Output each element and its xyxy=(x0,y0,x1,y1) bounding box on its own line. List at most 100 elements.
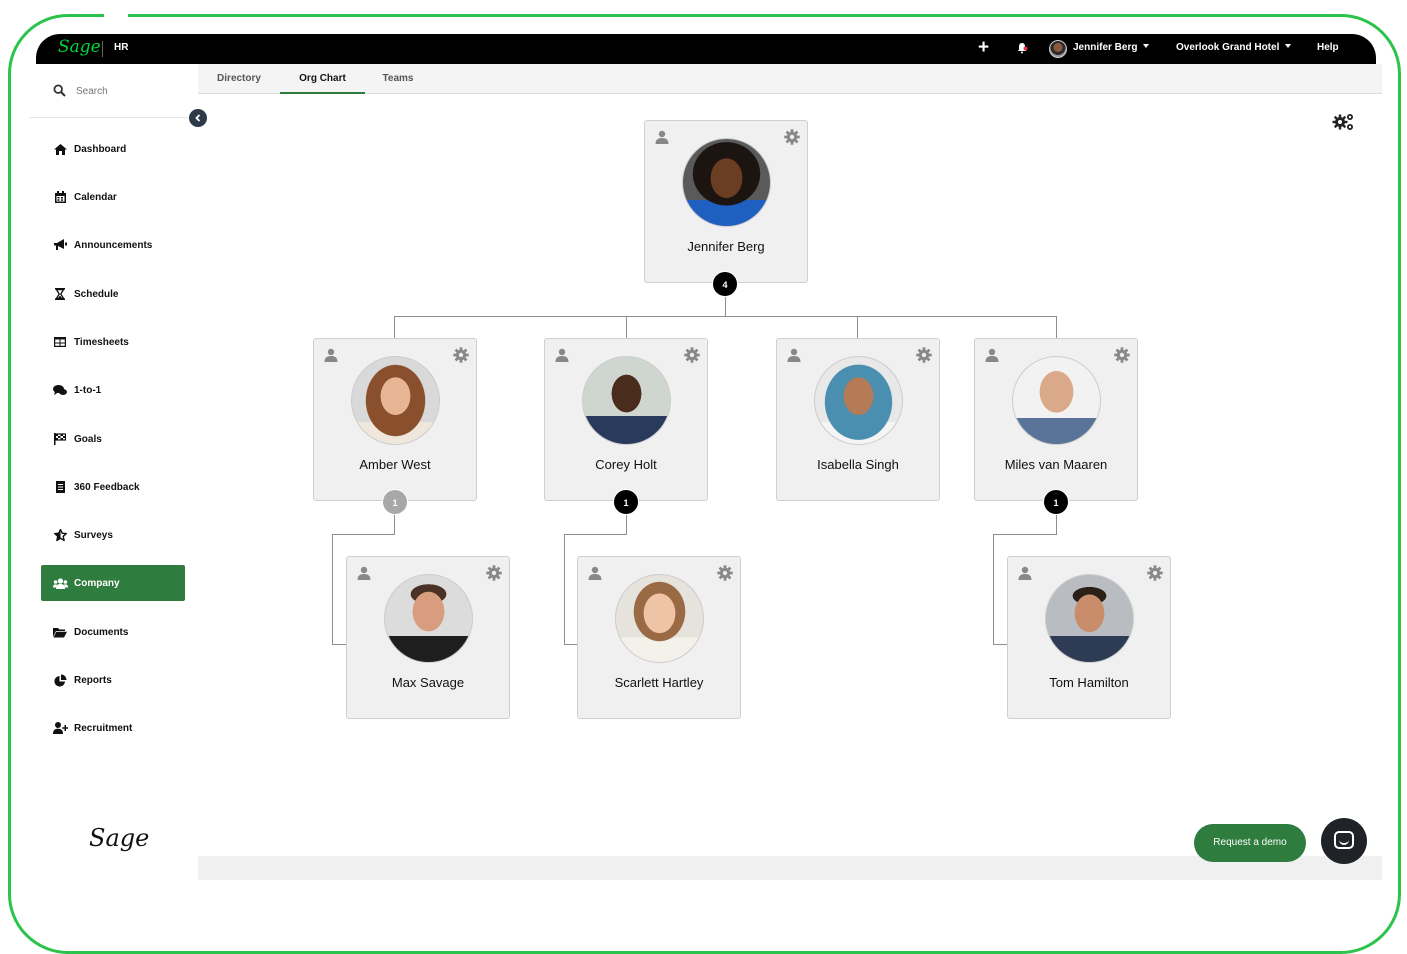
gear-icon[interactable] xyxy=(717,565,733,581)
employee-name: Isabella Singh xyxy=(817,457,899,472)
employee-photo xyxy=(814,356,903,445)
employee-photo xyxy=(615,574,704,663)
sidebar-item-company[interactable]: Company xyxy=(41,565,185,601)
module-name: HR xyxy=(114,42,129,53)
topbar-divider xyxy=(102,41,103,57)
person-icon[interactable] xyxy=(985,348,999,362)
direct-reports-badge[interactable]: 1 xyxy=(1043,489,1069,515)
sidebar-item-recruitment[interactable]: Recruitment xyxy=(41,710,185,746)
chevron-down-icon xyxy=(1285,44,1292,48)
employee-name: Scarlett Hartley xyxy=(614,675,704,690)
employee-name: Miles van Maaren xyxy=(1004,457,1108,472)
employee-photo xyxy=(1045,574,1134,663)
user-avatar[interactable] xyxy=(1049,40,1067,58)
chat-icon xyxy=(52,383,68,397)
sidebar-divider xyxy=(29,117,198,118)
megaphone-icon xyxy=(52,238,68,252)
plus-icon[interactable]: + xyxy=(978,37,989,59)
sidebar-item-label: Schedule xyxy=(74,288,119,300)
org-card[interactable]: Tom Hamilton xyxy=(1007,556,1171,719)
tab-bar: Directory Org Chart Teams xyxy=(198,64,1382,94)
person-icon[interactable] xyxy=(1018,566,1032,580)
person-icon[interactable] xyxy=(555,348,569,362)
folder-icon xyxy=(52,625,68,639)
sidebar-item-announcements[interactable]: Announcements xyxy=(41,227,185,263)
sidebar-item-schedule[interactable]: Schedule xyxy=(41,276,185,312)
org-card[interactable]: Isabella Singh xyxy=(776,338,940,501)
direct-reports-badge[interactable]: 4 xyxy=(712,271,738,297)
search-input[interactable] xyxy=(76,83,186,99)
sidebar-item-reports[interactable]: Reports xyxy=(41,662,185,698)
person-icon[interactable] xyxy=(324,348,338,362)
request-demo-button[interactable]: Request a demo xyxy=(1194,824,1306,862)
sidebar-item-label: Surveys xyxy=(74,529,113,541)
sidebar-item-label: Company xyxy=(74,577,120,589)
frame-gap xyxy=(104,10,128,20)
direct-reports-badge[interactable]: 1 xyxy=(382,489,408,515)
sidebar-item-label: Dashboard xyxy=(74,143,127,155)
chevron-left-icon xyxy=(195,114,201,122)
tab-org-chart[interactable]: Org Chart xyxy=(280,64,365,94)
company-menu[interactable]: Overlook Grand Hotel xyxy=(1176,42,1292,53)
user-menu-label: Jennifer Berg xyxy=(1073,42,1138,53)
person-icon[interactable] xyxy=(357,566,371,580)
direct-reports-badge[interactable]: 1 xyxy=(613,489,639,515)
search-icon xyxy=(53,84,66,97)
flag-icon xyxy=(52,432,68,446)
org-card[interactable]: Amber West xyxy=(313,338,477,501)
sage-logo[interactable]: Sage xyxy=(58,37,101,57)
sidebar-item-surveys[interactable]: Surveys xyxy=(41,517,185,553)
gear-icon[interactable] xyxy=(784,129,800,145)
user-plus-icon xyxy=(52,721,68,735)
sidebar-item-360-feedback[interactable]: 360 Feedback xyxy=(41,469,185,505)
org-card[interactable]: Corey Holt xyxy=(544,338,708,501)
chat-icon xyxy=(1334,831,1354,849)
org-card[interactable]: Miles van Maaren xyxy=(974,338,1138,501)
collapse-sidebar-button[interactable] xyxy=(189,109,207,127)
employee-photo xyxy=(682,138,771,227)
users-icon xyxy=(52,576,68,590)
tab-teams[interactable]: Teams xyxy=(368,64,428,94)
document-icon xyxy=(52,480,68,494)
chat-launcher-button[interactable] xyxy=(1321,818,1367,864)
person-icon[interactable] xyxy=(655,130,669,144)
tab-directory[interactable]: Directory xyxy=(204,64,274,94)
gear-icon[interactable] xyxy=(684,347,700,363)
home-icon xyxy=(52,142,68,156)
search-bar[interactable] xyxy=(29,74,198,108)
help-link[interactable]: Help xyxy=(1317,42,1339,53)
person-icon[interactable] xyxy=(588,566,602,580)
org-card-root[interactable]: Jennifer Berg xyxy=(644,120,808,283)
sidebar-item-label: 1-to-1 xyxy=(74,384,102,396)
sidebar-item-label: Timesheets xyxy=(74,336,129,348)
sidebar-item-timesheets[interactable]: Timesheets xyxy=(41,324,185,360)
sidebar-item-goals[interactable]: Goals xyxy=(41,421,185,457)
gear-icon[interactable] xyxy=(1147,565,1163,581)
star-icon xyxy=(52,528,68,542)
gear-icon[interactable] xyxy=(916,347,932,363)
sidebar-item-label: 360 Feedback xyxy=(74,481,140,493)
calendar-icon xyxy=(52,190,68,204)
sidebar-item-label: Documents xyxy=(74,626,129,638)
user-menu[interactable]: Jennifer Berg xyxy=(1073,42,1150,53)
gear-icon[interactable] xyxy=(453,347,469,363)
gear-icon[interactable] xyxy=(1114,347,1130,363)
sidebar-item-calendar[interactable]: Calendar xyxy=(41,179,185,215)
employee-name: Corey Holt xyxy=(595,457,657,472)
person-icon[interactable] xyxy=(787,348,801,362)
chevron-down-icon xyxy=(1143,44,1150,48)
gear-icon[interactable] xyxy=(486,565,502,581)
org-card[interactable]: Max Savage xyxy=(346,556,510,719)
sidebar-item-1-to-1[interactable]: 1-to-1 xyxy=(41,372,185,408)
settings-icon[interactable] xyxy=(1332,112,1356,132)
employee-photo xyxy=(582,356,671,445)
sidebar-item-dashboard[interactable]: Dashboard xyxy=(41,131,185,167)
org-card[interactable]: Scarlett Hartley xyxy=(577,556,741,719)
sidebar-item-label: Announcements xyxy=(74,239,153,251)
employee-name: Max Savage xyxy=(391,675,465,690)
sidebar: Dashboard Calendar Announcements Schedul… xyxy=(29,64,198,880)
pie-chart-icon xyxy=(52,673,68,687)
bell-icon[interactable] xyxy=(1016,42,1028,54)
employee-photo xyxy=(351,356,440,445)
sidebar-item-documents[interactable]: Documents xyxy=(41,614,185,650)
